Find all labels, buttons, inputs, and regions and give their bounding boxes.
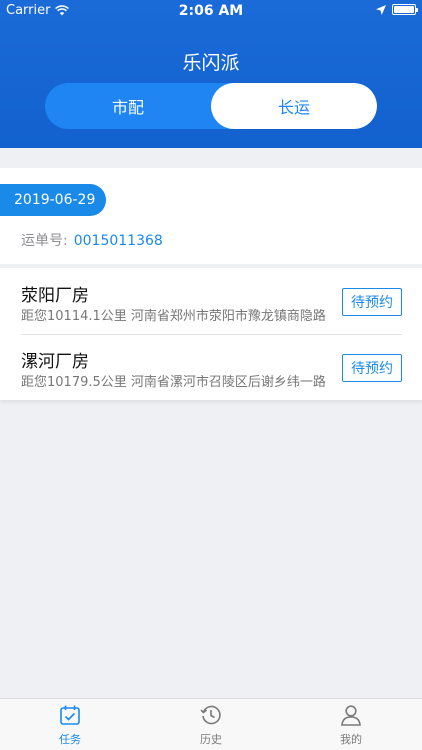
status-right: [376, 4, 418, 15]
tab-history[interactable]: 历史: [141, 699, 281, 750]
location-name: 漯河厂房: [21, 352, 89, 372]
list-item[interactable]: 荥阳厂房 距您10114.1公里 河南省郑州市荥阳市豫龙镇商隐路 待预约: [0, 268, 422, 334]
location-detail: 距您10179.5公里 河南省漯河市召陵区后谢乡纬一路: [21, 375, 326, 390]
waybill-label: 运单号:: [21, 233, 68, 249]
location-arrow-icon: [376, 4, 386, 15]
status-bar: Carrier 2:06 AM: [0, 0, 422, 22]
date-badge: 2019-06-29: [0, 184, 106, 216]
pending-appointment-button[interactable]: 待预约: [342, 354, 402, 382]
history-clock-icon: [200, 705, 221, 725]
location-list: 荥阳厂房 距您10114.1公里 河南省郑州市荥阳市豫龙镇商隐路 待预约 漯河厂…: [0, 268, 422, 400]
list-item[interactable]: 漯河厂房 距您10179.5公里 河南省漯河市召陵区后谢乡纬一路 待预约: [0, 334, 422, 400]
person-icon: [341, 705, 361, 726]
location-name: 荥阳厂房: [21, 286, 89, 306]
tab-bar: 任务 历史 我的: [0, 698, 422, 750]
task-summary-card: 2019-06-29 运单号: 0015011368: [0, 168, 422, 264]
segment-city-delivery[interactable]: 市配: [45, 83, 211, 129]
tab-label: 任务: [59, 733, 81, 746]
waybill-number: 0015011368: [73, 233, 163, 249]
tab-label: 我的: [340, 733, 362, 746]
pending-appointment-button[interactable]: 待预约: [342, 288, 402, 316]
segmented-control: 市配 长运: [45, 83, 377, 129]
status-time: 2:06 AM: [178, 3, 244, 19]
page-title: 乐闪派: [182, 52, 240, 74]
tab-tasks[interactable]: 任务: [0, 699, 140, 750]
segment-long-haul[interactable]: 长运: [211, 83, 377, 129]
tab-mine[interactable]: 我的: [281, 699, 421, 750]
battery-icon: [392, 4, 418, 15]
calendar-check-icon: [60, 705, 80, 725]
waybill-row: 运单号: 0015011368: [21, 230, 163, 250]
tab-label: 历史: [200, 733, 222, 746]
location-detail: 距您10114.1公里 河南省郑州市荥阳市豫龙镇商隐路: [21, 309, 326, 324]
header: Carrier 2:06 AM 乐闪派 市配 长运: [0, 0, 422, 148]
